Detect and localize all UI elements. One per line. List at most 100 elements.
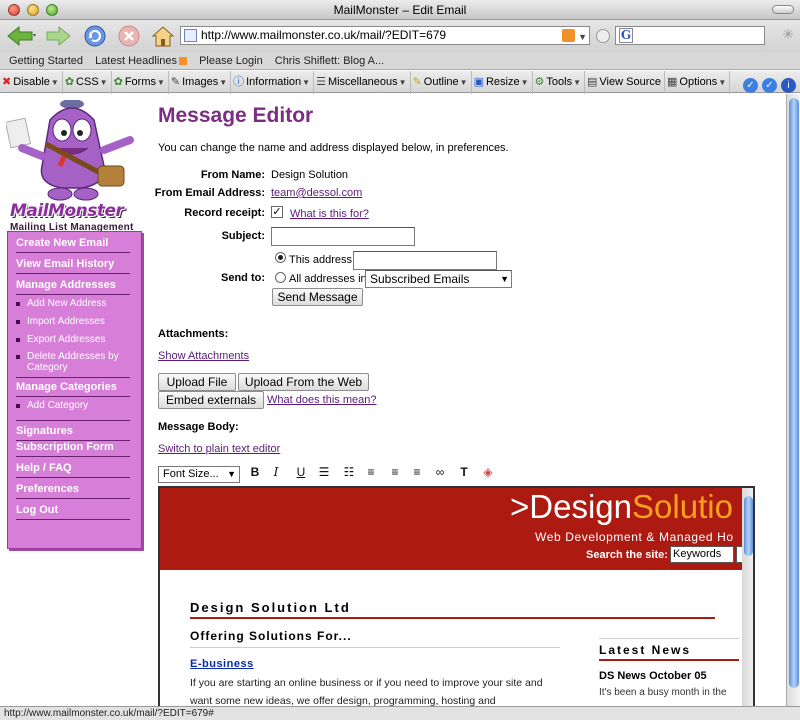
dev-options-menu[interactable]: ▦ Options▼ — [665, 71, 731, 94]
bookmark-chris-shiflett[interactable]: Chris Shiflett: Blog A... — [275, 52, 384, 70]
minimize-window-button[interactable] — [27, 4, 39, 16]
embed-help-link[interactable]: What does this mean? — [267, 394, 376, 406]
go-button[interactable] — [596, 29, 610, 43]
intro-text: You can change the name and address disp… — [158, 142, 509, 154]
dev-disable-menu[interactable]: ✖ Disable▼ — [0, 71, 63, 94]
sidebar-item-signatures[interactable]: Signatures — [16, 420, 130, 441]
options-icon: ▦ — [666, 76, 678, 88]
align-right-icon[interactable]: ≡ — [408, 464, 426, 480]
numbered-list-icon[interactable]: ☷ — [340, 464, 358, 480]
forward-button[interactable] — [44, 23, 74, 49]
bookmark-getting-started[interactable]: Getting Started — [9, 52, 83, 70]
sidebar-item-help-faq[interactable]: Help / FAQ — [16, 462, 130, 478]
information-icon: ⓘ — [233, 76, 245, 88]
url-field[interactable]: http://www.mailmonster.co.uk/mail/?EDIT=… — [180, 26, 590, 45]
font-size-select[interactable]: Font Size... ▼ — [158, 466, 240, 483]
radio-selected-dot — [278, 255, 283, 260]
editor-scrollbar[interactable] — [742, 488, 753, 706]
sidebar-item-export-addresses[interactable]: Export Addresses — [16, 334, 130, 345]
dev-miscellaneous-menu[interactable]: ☰ Miscellaneous▼ — [314, 71, 411, 94]
this-address-label: This address: — [289, 254, 356, 266]
ebusiness-paragraph: If you are starting an online business o… — [190, 677, 543, 706]
dev-information-menu[interactable]: ⓘ Information▼ — [231, 71, 315, 94]
dev-forms-menu[interactable]: ✿ Forms▼ — [112, 71, 169, 94]
this-address-radio[interactable] — [275, 252, 286, 263]
subject-input[interactable] — [271, 227, 415, 246]
dev-outline-menu[interactable]: ✎ Outline▼ — [411, 71, 472, 94]
sidebar-item-add-new-address[interactable]: Add New Address — [16, 298, 130, 309]
switch-plain-text-link[interactable]: Switch to plain text editor — [158, 443, 280, 455]
upload-from-web-button[interactable]: Upload From the Web — [238, 373, 369, 391]
home-button[interactable] — [149, 23, 177, 49]
sidebar-item-manage-categories[interactable]: Manage Categories — [16, 381, 130, 397]
page-scrollbar[interactable] — [786, 94, 800, 706]
dev-resize-menu[interactable]: ▣ Resize▼ — [472, 71, 533, 94]
images-icon: ✎ — [170, 76, 181, 88]
category-selected-value: Subscribed Emails — [370, 272, 470, 286]
embed-externals-button[interactable]: Embed externals — [158, 391, 264, 409]
search-field[interactable]: G — [615, 26, 765, 45]
underline-icon[interactable]: U — [292, 464, 310, 480]
sidebar-item-subscription-form[interactable]: Subscription Form — [16, 441, 130, 457]
editor-scroll-thumb[interactable] — [744, 496, 753, 556]
sidebar-item-create-new-email[interactable]: Create New Email — [16, 237, 130, 253]
toolbar-toggle-button[interactable] — [772, 5, 794, 14]
category-select[interactable]: Subscribed Emails ▼ — [365, 270, 512, 288]
align-center-icon[interactable]: ≡ — [386, 464, 404, 480]
css-status-icon[interactable]: ✓ — [762, 78, 777, 93]
show-attachments-link[interactable]: Show Attachments — [158, 350, 249, 362]
record-receipt-label: Record receipt: — [184, 207, 265, 219]
latest-news-box: Latest News DS News October 05 It's been… — [599, 638, 739, 698]
sidebar-item-preferences[interactable]: Preferences — [16, 483, 130, 499]
web-developer-toolbar: ✖ Disable▼ ✿ CSS▼ ✿ Forms▼ ✎ Images▼ ⓘ Informatio… — [0, 71, 800, 96]
dev-images-menu[interactable]: ✎ Images▼ — [169, 71, 232, 94]
sidebar-item-view-email-history[interactable]: View Email History — [16, 258, 130, 274]
text-color-icon[interactable]: T — [455, 464, 473, 480]
this-address-input[interactable] — [353, 251, 497, 270]
italic-icon[interactable]: I — [267, 464, 285, 480]
sidebar-item-add-category[interactable]: Add Category — [16, 400, 130, 411]
dev-css-menu[interactable]: ✿ CSS▼ — [63, 71, 112, 94]
ebusiness-link[interactable]: E-business — [190, 658, 254, 670]
js-status-icon[interactable]: i — [781, 78, 796, 93]
stop-icon — [118, 25, 140, 47]
site-search-input[interactable]: Keywords — [670, 546, 734, 563]
from-name-label: From Name: — [200, 169, 265, 181]
disable-icon: ✖ — [2, 76, 12, 88]
bookmarks-toolbar: Getting Started Latest Headlines Please … — [0, 52, 800, 70]
background-color-icon[interactable]: ◈ — [479, 464, 497, 480]
url-history-dropdown-icon[interactable]: ▼ — [578, 29, 587, 46]
html-editor-area[interactable]: >DesignSolutio Web Development & Managed… — [158, 486, 755, 706]
back-button[interactable] — [4, 23, 38, 49]
all-addresses-radio[interactable] — [275, 272, 286, 283]
bookmark-latest-headlines[interactable]: Latest Headlines — [95, 52, 177, 70]
page-scroll-thumb[interactable] — [789, 98, 799, 688]
stop-button[interactable] — [116, 23, 142, 49]
close-window-button[interactable] — [8, 4, 20, 16]
align-left-icon[interactable]: ≡ — [362, 464, 380, 480]
sidebar-item-import-addresses[interactable]: Import Addresses — [16, 316, 130, 327]
insert-link-icon[interactable]: ∞ — [431, 464, 449, 480]
bookmark-please-login[interactable]: Please Login — [199, 52, 263, 70]
sidebar-menu: Create New Email View Email History Mana… — [7, 231, 142, 549]
rss-feed-icon[interactable] — [562, 29, 575, 42]
dev-view-source-menu[interactable]: ▤ View Source — [585, 71, 665, 93]
record-receipt-checkbox[interactable]: ✓ — [271, 206, 283, 218]
receipt-help-link[interactable]: What is this for? — [290, 208, 369, 220]
search-engine-icon[interactable]: G — [619, 28, 633, 43]
bold-icon[interactable]: B — [246, 464, 264, 480]
status-bar: http://www.mailmonster.co.uk/mail/?EDIT=… — [0, 706, 800, 720]
sidebar-item-log-out[interactable]: Log Out — [16, 504, 130, 520]
sidebar-item-manage-addresses[interactable]: Manage Addresses — [16, 279, 130, 295]
bullet-list-icon[interactable]: ☰ — [315, 464, 333, 480]
send-message-button[interactable]: Send Message — [272, 288, 363, 306]
validation-ok-icon[interactable]: ✓ — [743, 78, 758, 93]
dev-tools-menu[interactable]: ⚙ Tools▼ — [533, 71, 586, 94]
sidebar-item-delete-addresses[interactable]: Delete Addresses by Category — [16, 351, 130, 378]
zoom-window-button[interactable] — [46, 4, 58, 16]
news-item-title: DS News October 05 — [599, 670, 707, 682]
reload-button[interactable] — [82, 23, 108, 49]
from-email-link[interactable]: team@dessol.com — [271, 187, 362, 199]
upload-file-button[interactable]: Upload File — [158, 373, 236, 391]
dev-status-icons: ✓ ✓ i — [739, 74, 796, 96]
